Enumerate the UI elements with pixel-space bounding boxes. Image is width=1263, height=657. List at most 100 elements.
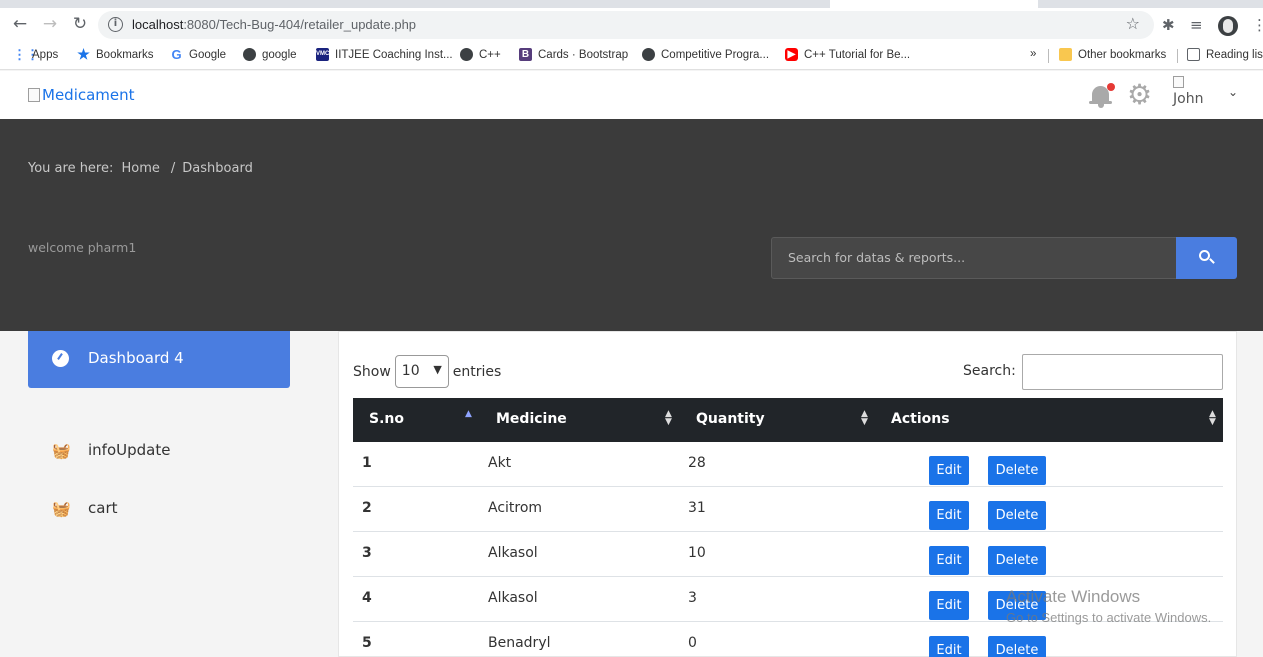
user-avatar-broken-icon (1173, 76, 1184, 88)
report-search-input[interactable]: Search for datas & reports... (771, 237, 1177, 279)
watermark-title: Activate Windows (1006, 587, 1141, 606)
cell-sno: 5 (362, 635, 372, 651)
sort-icon[interactable]: ▲ ▼ (665, 410, 672, 427)
search-button[interactable] (1176, 237, 1237, 279)
bookmark-item[interactable]: B Cards · Bootstrap (519, 48, 628, 61)
table-header: S.no ▲ Medicine ▲ ▼ Quantity ▲ ▼ Actions ▲… (353, 398, 1223, 442)
bookmarks-bar: ⋮⋮ Apps ★ Bookmarks G Google google VMC IITJEE C… (0, 42, 1263, 70)
column-header-quantity[interactable]: Quantity (696, 411, 765, 427)
bookmark-item[interactable]: G Google (170, 48, 226, 61)
media-queue-icon[interactable]: ≡ (1190, 16, 1203, 34)
app-header: Medicament ⚙ John ⌄ (0, 71, 1263, 119)
bookmark-label: Other bookmarks (1078, 48, 1167, 61)
search-placeholder: Search for datas & reports... (788, 250, 966, 265)
delete-button[interactable]: Delete (988, 456, 1046, 485)
cell-sno: 2 (362, 500, 372, 516)
edit-button[interactable]: Edit (929, 456, 969, 485)
table-row: 2 Acitrom 31 Edit Delete (353, 487, 1223, 532)
bookmark-item[interactable]: » (1030, 48, 1036, 60)
edit-button[interactable]: Edit (929, 546, 969, 575)
globe-icon (243, 48, 256, 61)
extensions-icon[interactable]: ✱ (1162, 16, 1175, 34)
entries-select[interactable]: 10 ▼ (394, 355, 449, 388)
basket-icon: 🧺 (52, 500, 71, 518)
speedometer-icon (52, 350, 69, 367)
sidebar-item-cart[interactable]: 🧺 cart (52, 496, 252, 522)
cell-quantity: 0 (688, 635, 697, 651)
breadcrumb-home-link[interactable]: Home (122, 161, 160, 176)
google-icon: G (171, 47, 182, 62)
bookmark-label: IITJEE Coaching Inst... (335, 48, 453, 61)
delete-button[interactable]: Delete (988, 546, 1046, 575)
cell-quantity: 31 (688, 500, 706, 516)
entries-control: Show 10 ▼ entries (353, 355, 501, 388)
breadcrumb-separator: / (170, 161, 176, 176)
page-banner: You are here: Home / Dashboard welcome pha… (0, 119, 1263, 331)
edit-button[interactable]: Edit (929, 501, 969, 530)
apps-grid-icon: ⋮⋮ (13, 47, 39, 62)
edit-button[interactable]: Edit (929, 636, 969, 657)
active-tab[interactable] (830, 0, 1038, 8)
sort-ascending-icon[interactable]: ▲ (465, 410, 472, 419)
bookmark-label: » (1030, 48, 1037, 60)
sidebar-item-label: cart (88, 499, 118, 517)
breadcrumb: You are here: Home / Dashboard (28, 161, 257, 176)
bookmark-item[interactable]: ⋮⋮ Apps (13, 48, 58, 61)
site-info-icon[interactable]: i (108, 17, 123, 32)
column-header-sno[interactable]: S.no (369, 411, 404, 427)
bookmark-item[interactable]: VMC IITJEE Coaching Inst... (316, 48, 453, 61)
bookmark-label: C++ (479, 48, 501, 61)
bookmark-item[interactable]: Reading lis (1187, 48, 1263, 61)
bookmark-item[interactable]: ★ Bookmarks (77, 47, 154, 61)
back-arrow-icon[interactable]: ← (8, 12, 32, 36)
show-label: Show (353, 363, 391, 380)
bookmark-item[interactable]: ▶ C++ Tutorial for Be... (785, 48, 910, 61)
bookmark-label: google (262, 48, 297, 61)
edit-button[interactable]: Edit (929, 591, 969, 620)
browser-menu-icon[interactable]: ⋮ (1252, 16, 1263, 34)
gear-icon[interactable]: ⚙ (1127, 81, 1152, 109)
globe-icon (460, 48, 473, 61)
folder-icon (1059, 48, 1072, 61)
cell-medicine: Acitrom (488, 500, 543, 516)
sort-icon[interactable]: ▲ ▼ (861, 410, 868, 427)
delete-button[interactable]: Delete (988, 501, 1046, 530)
logo[interactable]: Medicament (28, 86, 135, 104)
entries-value: 10 (401, 363, 420, 379)
sidebar-item-infoupdate[interactable]: 🧺 infoUpdate (52, 438, 252, 464)
table-search-input[interactable] (1022, 354, 1223, 390)
cell-quantity: 10 (688, 545, 706, 561)
bookmarks-divider (1048, 49, 1049, 63)
notification-bell-icon[interactable] (1088, 83, 1115, 109)
forward-arrow-icon[interactable]: → (38, 12, 62, 36)
reload-icon[interactable]: ↻ (68, 12, 92, 36)
bookmark-label: Reading lis (1206, 48, 1263, 61)
chevron-down-icon[interactable]: ⌄ (1228, 85, 1238, 99)
column-header-medicine[interactable]: Medicine (496, 411, 567, 427)
bookmark-label: Bookmarks (96, 48, 154, 61)
column-header-actions[interactable]: Actions (891, 411, 950, 427)
cell-medicine: Benadryl (488, 635, 551, 651)
sidebar-item-dashboard[interactable]: Dashboard 4 (28, 331, 290, 388)
windows-activation-watermark: Activate Windows Go to Settings to activ… (1006, 587, 1211, 625)
bookmark-item[interactable]: Other bookmarks (1059, 48, 1166, 61)
browser-toolbar: ← → ↻ i localhost:8080/Tech-Bug-404/reta… (0, 8, 1263, 42)
sort-icon[interactable]: ▲ ▼ (1209, 410, 1216, 427)
cell-medicine: Alkasol (488, 590, 538, 606)
address-bar[interactable]: i localhost:8080/Tech-Bug-404/retailer_u… (98, 11, 1154, 39)
profile-avatar[interactable] (1218, 16, 1238, 36)
bookmark-star-icon[interactable]: ☆ (1126, 14, 1140, 33)
table-row: 1 Akt 28 Edit Delete (353, 442, 1223, 487)
delete-button[interactable]: Delete (988, 636, 1046, 657)
bookmark-item[interactable]: Competitive Progra... (642, 48, 769, 61)
url-text[interactable]: localhost:8080/Tech-Bug-404/retailer_upd… (132, 17, 416, 32)
bookmark-label: Competitive Progra... (661, 48, 770, 61)
cell-sno: 4 (362, 590, 372, 606)
bookmark-label: Apps (32, 48, 59, 61)
user-menu[interactable]: John (1172, 76, 1212, 112)
sidebar-item-label: infoUpdate (88, 441, 171, 459)
chevron-down-icon: ▼ (433, 363, 442, 376)
bookmark-item[interactable]: google (243, 48, 297, 61)
bookmark-item[interactable]: C++ (460, 48, 501, 61)
bookmarks-divider (1177, 49, 1178, 63)
